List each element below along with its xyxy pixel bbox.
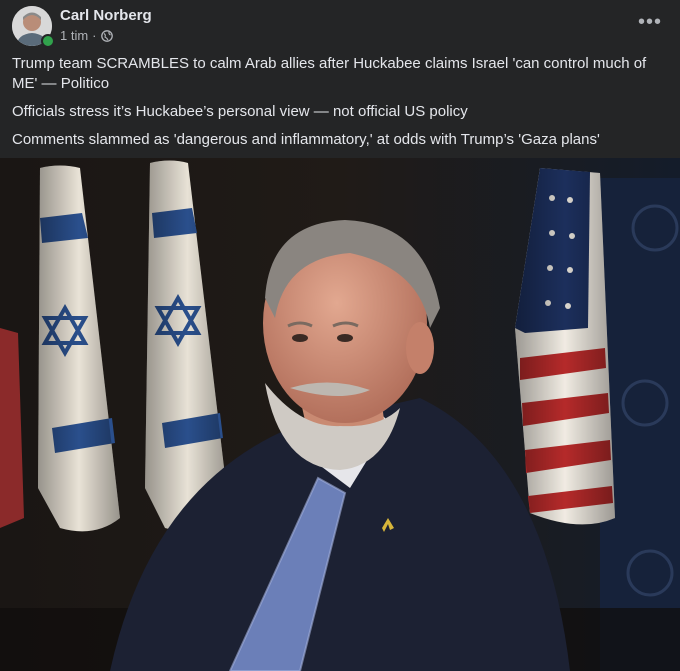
more-options-button[interactable]: ••• — [632, 9, 668, 35]
meta-separator: · — [92, 28, 97, 43]
post-text-line: Comments slammed as 'dangerous and infla… — [12, 131, 600, 148]
online-status-dot — [41, 34, 55, 48]
post-header: Carl Norberg 1 tim · ••• — [0, 0, 680, 52]
author-name[interactable]: Carl Norberg — [60, 7, 152, 24]
post-text-line: Officials stress it’s Huckabee’s persona… — [12, 103, 468, 120]
post-text: Trump team SCRAMBLES to calm Arab allies… — [12, 54, 660, 158]
post-meta: 1 tim · — [60, 28, 113, 43]
globe-icon — [100, 29, 113, 42]
post-text-line: Trump team SCRAMBLES to calm Arab allies… — [12, 55, 647, 92]
post-timestamp[interactable]: 1 tim — [60, 28, 88, 43]
post-card: Carl Norberg 1 tim · ••• Trump team SCRA… — [0, 0, 680, 671]
post-photo[interactable] — [0, 158, 680, 671]
